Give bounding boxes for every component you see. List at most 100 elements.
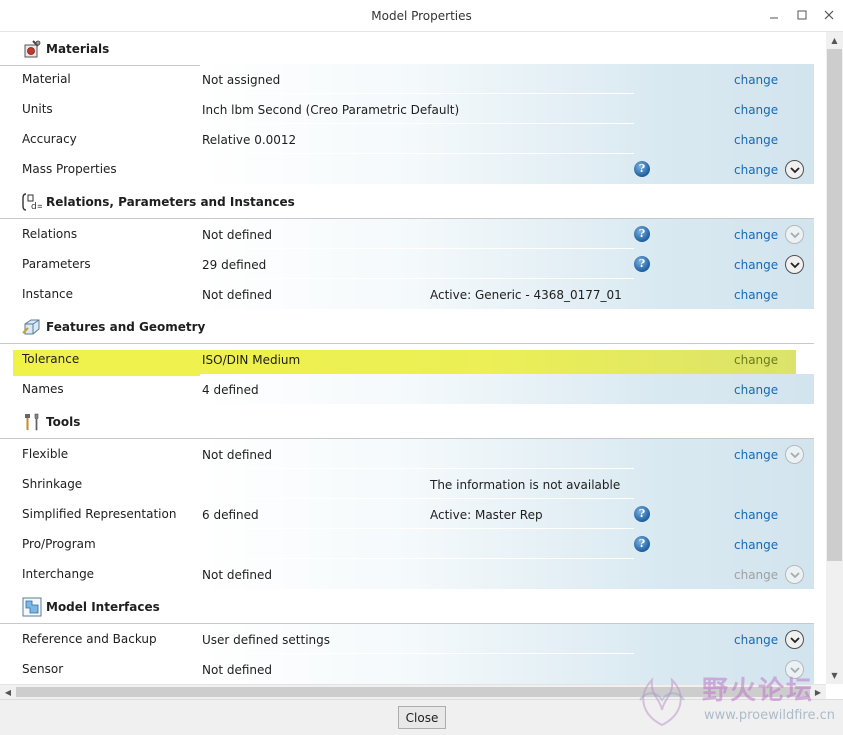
reference-backup-change-link[interactable]: change bbox=[734, 633, 778, 647]
row-value: Not defined bbox=[202, 228, 273, 242]
row-label: Instance bbox=[22, 287, 74, 301]
chevron-down-icon[interactable] bbox=[785, 565, 804, 584]
row-value: Inch lbm Second (Creo Parametric Default… bbox=[202, 103, 460, 117]
mass-properties-change-link[interactable]: change bbox=[734, 163, 778, 177]
row-value: User defined settings bbox=[202, 633, 330, 647]
scroll-down-icon[interactable]: ▼ bbox=[826, 667, 843, 684]
row-label: Accuracy bbox=[22, 132, 77, 146]
chevron-down-icon[interactable] bbox=[785, 160, 804, 179]
simplified-rep-change-link[interactable]: change bbox=[734, 508, 778, 522]
row-label: Reference and Backup bbox=[22, 632, 157, 646]
chevron-down-icon[interactable] bbox=[785, 445, 804, 464]
row-parameters: Parameters 29 defined ? change bbox=[0, 249, 814, 279]
relations-change-link[interactable]: change bbox=[734, 228, 778, 242]
window-title: Model Properties bbox=[371, 9, 472, 23]
row-value: Not assigned bbox=[202, 73, 281, 87]
row-units: Units Inch lbm Second (Creo Parametric D… bbox=[0, 94, 814, 124]
row-extra: Active: Master Rep bbox=[430, 508, 543, 522]
row-extra: Active: Generic - 4368_0177_01 bbox=[430, 288, 622, 302]
row-value: Not defined bbox=[202, 568, 273, 582]
info-icon[interactable]: ? bbox=[634, 506, 650, 522]
maximize-button[interactable] bbox=[794, 8, 810, 24]
info-icon[interactable]: ? bbox=[634, 161, 650, 177]
row-flexible: Flexible Not defined change bbox=[0, 439, 814, 469]
row-accuracy: Accuracy Relative 0.0012 change bbox=[0, 124, 814, 154]
material-change-link[interactable]: change bbox=[734, 73, 778, 87]
section-materials[interactable]: Materials bbox=[0, 32, 814, 66]
row-relations: Relations Not defined ? change bbox=[0, 219, 814, 249]
section-features[interactable]: Features and Geometry bbox=[0, 310, 814, 344]
section-title: Tools bbox=[46, 415, 81, 429]
row-pro-program: Pro/Program ? change bbox=[0, 529, 814, 559]
materials-icon bbox=[24, 40, 41, 58]
instance-change-link[interactable]: change bbox=[734, 288, 778, 302]
row-reference-backup: Reference and Backup User defined settin… bbox=[0, 624, 814, 654]
section-title: Model Interfaces bbox=[46, 600, 160, 614]
row-label: Flexible bbox=[22, 447, 69, 461]
section-title: Features and Geometry bbox=[46, 320, 206, 334]
section-title: Materials bbox=[46, 42, 110, 56]
interchange-change-link[interactable]: change bbox=[734, 568, 778, 582]
horizontal-scrollbar[interactable]: ◀ ▶ bbox=[0, 684, 826, 699]
row-value: 4 defined bbox=[202, 383, 259, 397]
chevron-down-icon[interactable] bbox=[785, 630, 804, 649]
row-label: Parameters bbox=[22, 257, 91, 271]
scroll-right-icon[interactable]: ▶ bbox=[810, 685, 826, 700]
close-window-button[interactable] bbox=[821, 8, 837, 24]
scrollbar-thumb[interactable] bbox=[827, 49, 842, 561]
section-relations[interactable]: d= Relations, Parameters and Instances bbox=[0, 185, 814, 219]
row-value: ISO/DIN Medium bbox=[202, 353, 301, 367]
scroll-left-icon[interactable]: ◀ bbox=[0, 685, 16, 700]
names-change-link[interactable]: change bbox=[734, 383, 778, 397]
features-icon bbox=[22, 319, 40, 335]
chevron-down-icon[interactable] bbox=[785, 660, 804, 679]
dialog-footer: Close bbox=[0, 699, 843, 735]
scroll-up-icon[interactable]: ▲ bbox=[826, 32, 843, 49]
row-names: Names 4 defined change bbox=[0, 374, 814, 404]
row-label: Pro/Program bbox=[22, 537, 96, 551]
relations-icon: d= bbox=[22, 193, 42, 212]
properties-panel: Materials Material Not assigned change U… bbox=[0, 32, 826, 684]
row-mass-properties: Mass Properties ? change bbox=[0, 154, 814, 184]
row-label: Shrinkage bbox=[22, 477, 83, 491]
section-tools[interactable]: Tools bbox=[0, 405, 814, 439]
pro-program-change-link[interactable]: change bbox=[734, 538, 778, 552]
row-label: Tolerance bbox=[22, 352, 80, 366]
section-title: Relations, Parameters and Instances bbox=[46, 195, 295, 209]
info-icon[interactable]: ? bbox=[634, 226, 650, 242]
chevron-down-icon[interactable] bbox=[785, 255, 804, 274]
tolerance-change-link[interactable]: change bbox=[734, 353, 778, 367]
parameters-change-link[interactable]: change bbox=[734, 258, 778, 272]
row-tolerance: Tolerance ISO/DIN Medium change bbox=[0, 344, 814, 374]
row-value: 6 defined bbox=[202, 508, 259, 522]
model-interfaces-icon bbox=[22, 597, 42, 617]
minimize-button[interactable] bbox=[766, 8, 782, 24]
row-simplified-representation: Simplified Representation 6 defined Acti… bbox=[0, 499, 814, 529]
tools-icon bbox=[25, 413, 39, 431]
row-label: Material bbox=[22, 72, 71, 86]
row-sensor: Sensor Not defined bbox=[0, 654, 814, 684]
row-material: Material Not assigned change bbox=[0, 64, 814, 94]
row-label: Mass Properties bbox=[22, 162, 117, 176]
row-label: Interchange bbox=[22, 567, 95, 581]
chevron-down-icon[interactable] bbox=[785, 225, 804, 244]
row-label: Names bbox=[22, 382, 64, 396]
row-shrinkage: Shrinkage The information is not availab… bbox=[0, 469, 814, 499]
row-label: Units bbox=[22, 102, 53, 116]
scrollbar-thumb[interactable] bbox=[16, 687, 810, 697]
row-label: Simplified Representation bbox=[22, 507, 177, 521]
close-button[interactable]: Close bbox=[398, 706, 446, 729]
section-model-interfaces[interactable]: Model Interfaces bbox=[0, 590, 814, 624]
svg-text:d=: d= bbox=[31, 202, 42, 212]
row-value: 29 defined bbox=[202, 258, 267, 272]
info-icon[interactable]: ? bbox=[634, 536, 650, 552]
row-interchange: Interchange Not defined change bbox=[0, 559, 814, 589]
row-instance: Instance Not defined Active: Generic - 4… bbox=[0, 279, 814, 309]
row-value: Not defined bbox=[202, 288, 273, 302]
flexible-change-link[interactable]: change bbox=[734, 448, 778, 462]
accuracy-change-link[interactable]: change bbox=[734, 133, 778, 147]
vertical-scrollbar[interactable]: ▲ ▼ bbox=[826, 32, 843, 684]
info-icon[interactable]: ? bbox=[634, 256, 650, 272]
row-value: Relative 0.0012 bbox=[202, 133, 297, 147]
units-change-link[interactable]: change bbox=[734, 103, 778, 117]
